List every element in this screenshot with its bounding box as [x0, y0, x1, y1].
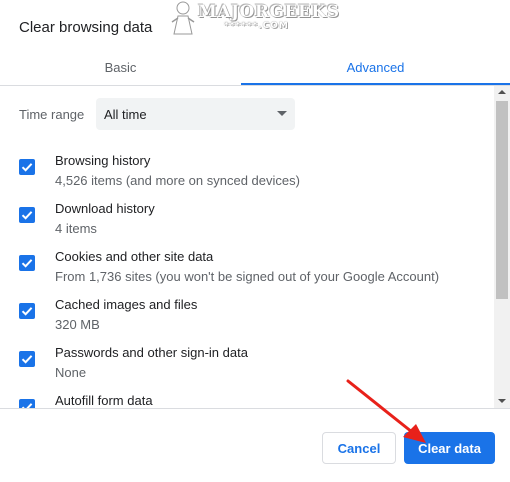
item-title: Browsing history: [55, 153, 151, 168]
item-subtitle: 4 items: [55, 221, 97, 236]
download-history-checkbox[interactable]: [19, 207, 35, 223]
scroll-down-arrow-icon[interactable]: [498, 399, 506, 403]
passwords-checkbox[interactable]: [19, 351, 35, 367]
checkmark-icon: [21, 355, 33, 364]
cancel-button[interactable]: Cancel: [322, 432, 396, 464]
list-item-browsing-history: Browsing history 4,526 items (and more o…: [0, 153, 490, 197]
autofill-checkbox[interactable]: [19, 399, 35, 408]
list-item-download-history: Download history 4 items: [0, 201, 490, 245]
cookies-checkbox[interactable]: [19, 255, 35, 271]
list-item-cookies: Cookies and other site data From 1,736 s…: [0, 249, 490, 293]
item-title: Cached images and files: [55, 297, 198, 312]
time-range-label: Time range: [19, 107, 85, 122]
item-title: Autofill form data: [55, 393, 153, 408]
item-title: Cookies and other site data: [55, 249, 214, 264]
time-range-value: All time: [104, 107, 147, 122]
checkmark-icon: [21, 211, 33, 220]
tab-selected-indicator: [241, 83, 510, 85]
item-subtitle: None: [55, 365, 87, 380]
cached-images-checkbox[interactable]: [19, 303, 35, 319]
tab-bar: Basic Advanced: [0, 50, 510, 86]
item-subtitle: 320 MB: [55, 317, 100, 332]
scroll-up-arrow-icon[interactable]: [498, 90, 506, 94]
dialog-title: Clear browsing data: [19, 19, 153, 36]
tab-basic[interactable]: Basic: [0, 50, 241, 84]
vertical-scrollbar[interactable]: [494, 86, 510, 408]
watermark-sub: ******.COM: [224, 21, 289, 31]
tab-basic-label: Basic: [104, 59, 137, 75]
clear-browsing-data-dialog: Clear browsing data MAJORGEEKS ******.CO…: [0, 0, 510, 482]
scrollbar-thumb[interactable]: [496, 101, 508, 299]
item-subtitle: From 1,736 sites (you won't be signed ou…: [55, 269, 440, 284]
tab-advanced-label: Advanced: [346, 59, 405, 75]
browsing-history-checkbox[interactable]: [19, 159, 35, 175]
checkmark-icon: [21, 307, 33, 316]
item-title: Download history: [55, 201, 155, 216]
checkmark-icon: [21, 259, 33, 268]
time-range-select[interactable]: All time: [96, 98, 295, 130]
checkmark-icon: [21, 403, 33, 408]
advanced-options-panel: Time range All time Browsing history 4,5…: [0, 86, 510, 408]
footer-divider: [0, 408, 510, 409]
watermark-brand: MAJORGEEKS: [198, 2, 340, 22]
list-item-cached-images: Cached images and files 320 MB: [0, 297, 490, 341]
item-subtitle: 4,526 items (and more on synced devices): [55, 173, 300, 188]
list-item-passwords: Passwords and other sign-in data None: [0, 345, 490, 389]
item-title: Passwords and other sign-in data: [55, 345, 248, 360]
checkmark-icon: [21, 163, 33, 172]
watermark-figure-icon: [171, 1, 195, 35]
majorgeeks-watermark: MAJORGEEKS ******.COM: [168, 0, 339, 36]
dropdown-arrow-icon: [277, 111, 287, 116]
list-item-autofill: Autofill form data: [0, 393, 490, 408]
clear-data-button[interactable]: Clear data: [404, 432, 495, 464]
tab-advanced[interactable]: Advanced: [241, 50, 510, 85]
